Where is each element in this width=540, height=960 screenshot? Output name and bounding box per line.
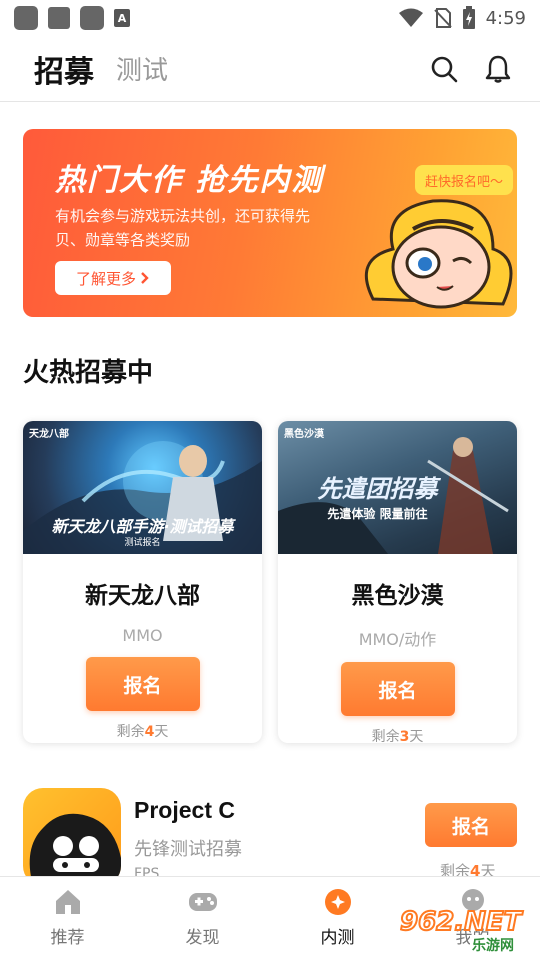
cover-logo: 天龙八部	[29, 429, 69, 440]
home-icon	[55, 890, 80, 914]
game-genre: MMO	[122, 626, 163, 645]
status-bar: A 4:59	[0, 0, 540, 36]
learn-more-button[interactable]: 了解更多	[55, 261, 171, 295]
promo-banner[interactable]: 热门大作 抢先内测 有机会参与游戏玩法共创，还可获得先贝、勋章等各类奖励 了解更…	[23, 129, 517, 317]
remaining-prefix: 剩余	[371, 729, 400, 743]
top-header: 招募 测试	[0, 36, 540, 102]
game-name: 黑色沙漠	[351, 583, 444, 609]
nav-item-beta[interactable]: 内测	[270, 877, 405, 960]
game-name: 新天龙八部	[85, 583, 200, 609]
learn-more-label: 了解更多	[75, 269, 136, 288]
game-icon-art	[29, 813, 121, 886]
list-item-title[interactable]: Project C	[134, 797, 235, 824]
a-notification-icon: A	[114, 9, 130, 27]
signup-button[interactable]: 报名	[85, 657, 200, 711]
cover-caption: 先遣团招募	[317, 475, 438, 503]
status-bar-notifications: A	[14, 6, 130, 30]
list-item-subtitle: 先锋测试招募	[134, 839, 242, 860]
banner-description: 有机会参与游戏玩法共创，还可获得先贝、勋章等各类奖励	[55, 207, 311, 249]
tab-recruit[interactable]: 招募	[34, 47, 94, 91]
app-icon[interactable]	[23, 788, 121, 886]
nav-item-recommend[interactable]: 推荐	[0, 877, 135, 960]
bell-icon[interactable]	[484, 54, 512, 84]
cover-caption: 新天龙八部手游·测试招募	[51, 517, 234, 536]
game-cover-image: 黑色沙漠 先遣团招募 先遣体验 限量前往	[278, 421, 517, 554]
clock: 4:59	[485, 7, 526, 29]
game-card[interactable]: 黑色沙漠 先遣团招募 先遣体验 限量前往 黑色沙漠 MMO/动作 报名 剩余3天	[278, 421, 517, 743]
beta-icon	[324, 889, 351, 915]
app-notification-icon	[80, 6, 104, 30]
search-icon[interactable]	[430, 55, 458, 83]
remaining-days: 剩余3天	[278, 726, 517, 743]
cover-subcaption: 先遣体验 限量前往	[327, 507, 428, 521]
banner-title: 热门大作 抢先内测	[55, 163, 324, 198]
signup-button[interactable]: 报名	[425, 803, 517, 847]
signup-button[interactable]: 报名	[340, 662, 455, 716]
game-cover-image: 天龙八部 新天龙八部手游·测试招募 测试报名	[23, 421, 262, 554]
nav-label: 推荐	[50, 928, 85, 948]
remaining-suffix: 天	[409, 729, 424, 743]
chevron-right-icon	[141, 272, 149, 284]
watermark-top: 962.NET	[399, 906, 522, 938]
remaining-suffix: 天	[154, 724, 169, 740]
game-genre: MMO/动作	[358, 630, 437, 649]
gamepad-icon	[188, 893, 217, 911]
nav-item-discover[interactable]: 发现	[135, 877, 270, 960]
battery-charging-icon	[462, 6, 475, 29]
nav-label: 内测	[320, 928, 355, 948]
remaining-days: 剩余4天	[23, 721, 262, 741]
cover-subcaption: 测试报名	[124, 538, 161, 548]
watermark-bottom: 乐游网	[470, 935, 516, 955]
wifi-icon	[398, 8, 423, 27]
watermark-logo: 962.NET 乐游网	[399, 906, 536, 955]
tab-test[interactable]: 测试	[116, 50, 168, 87]
app-notification-icon	[14, 6, 38, 30]
section-title: 火热招募中	[23, 358, 154, 388]
status-bar-system: 4:59	[398, 6, 526, 30]
cover-logo: 黑色沙漠	[284, 429, 324, 440]
mascot-illustration	[364, 199, 513, 309]
remaining-count: 4	[144, 724, 155, 740]
no-sim-icon	[433, 8, 452, 28]
remaining-prefix: 剩余	[116, 724, 145, 740]
game-card[interactable]: 天龙八部 新天龙八部手游·测试招募 测试报名 新天龙八部 MMO 报名 剩余4天	[23, 421, 262, 743]
nav-label: 发现	[185, 928, 220, 948]
app-notification-icon	[48, 7, 70, 29]
remaining-count: 3	[399, 729, 410, 743]
